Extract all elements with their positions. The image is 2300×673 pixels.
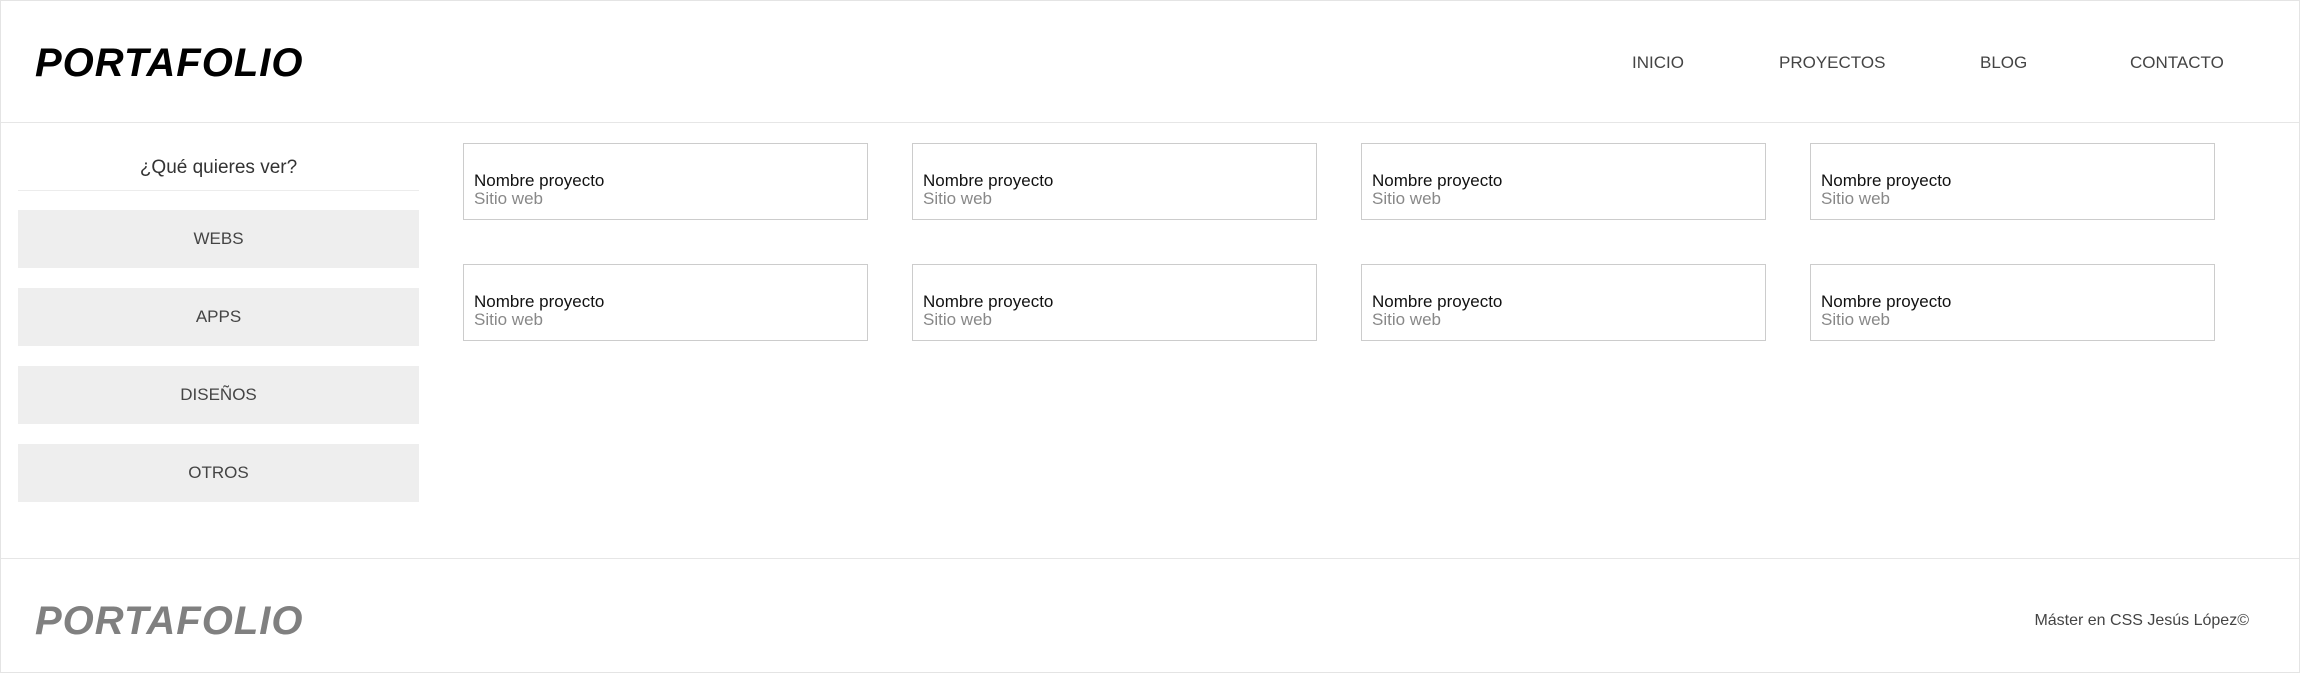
- nav-link-contacto[interactable]: CONTACTO: [2130, 51, 2224, 75]
- project-card[interactable]: Nombre proyecto Sitio web: [463, 264, 868, 341]
- project-card[interactable]: Nombre proyecto Sitio web: [1361, 143, 1766, 220]
- filter-button-otros[interactable]: OTROS: [18, 444, 419, 502]
- project-type: Sitio web: [1821, 189, 1890, 208]
- site-header: PORTAFOLIO INICIO PROYECTOS BLOG CONTACT…: [1, 1, 2299, 123]
- project-type: Sitio web: [923, 310, 992, 329]
- main-nav: INICIO PROYECTOS BLOG CONTACTO: [1, 51, 2299, 75]
- footer-copyright: Máster en CSS Jesús López©: [2034, 612, 2249, 629]
- sidebar-heading: ¿Qué quieres ver?: [18, 144, 419, 191]
- project-card[interactable]: Nombre proyecto Sitio web: [912, 264, 1317, 341]
- project-type: Sitio web: [1821, 310, 1890, 329]
- project-title: Nombre proyecto: [923, 171, 1054, 190]
- filter-button-webs[interactable]: WEBS: [18, 210, 419, 268]
- project-card[interactable]: Nombre proyecto Sitio web: [1810, 143, 2215, 220]
- project-card[interactable]: Nombre proyecto Sitio web: [1810, 264, 2215, 341]
- site-footer: PORTAFOLIO Máster en CSS Jesús López©: [1, 558, 2299, 672]
- project-title: Nombre proyecto: [923, 292, 1054, 311]
- project-title: Nombre proyecto: [474, 171, 605, 190]
- project-type: Sitio web: [474, 310, 543, 329]
- project-type: Sitio web: [1372, 310, 1441, 329]
- page: PORTAFOLIO INICIO PROYECTOS BLOG CONTACT…: [0, 0, 2300, 673]
- project-card[interactable]: Nombre proyecto Sitio web: [1361, 264, 1766, 341]
- sidebar-heading-wrap: ¿Qué quieres ver?: [18, 144, 419, 191]
- project-card[interactable]: Nombre proyecto Sitio web: [463, 143, 868, 220]
- project-title: Nombre proyecto: [1821, 292, 1952, 311]
- nav-link-inicio[interactable]: INICIO: [1632, 51, 1684, 75]
- project-title: Nombre proyecto: [1372, 292, 1503, 311]
- filter-button-disenos[interactable]: DISEÑOS: [18, 366, 419, 424]
- project-type: Sitio web: [1372, 189, 1441, 208]
- project-type: Sitio web: [474, 189, 543, 208]
- project-card[interactable]: Nombre proyecto Sitio web: [912, 143, 1317, 220]
- project-title: Nombre proyecto: [1372, 171, 1503, 190]
- project-title: Nombre proyecto: [474, 292, 605, 311]
- project-type: Sitio web: [923, 189, 992, 208]
- project-title: Nombre proyecto: [1821, 171, 1952, 190]
- nav-link-proyectos[interactable]: PROYECTOS: [1779, 51, 1885, 75]
- filter-button-apps[interactable]: APPS: [18, 288, 419, 346]
- footer-logo: PORTAFOLIO: [35, 599, 304, 643]
- nav-link-blog[interactable]: BLOG: [1980, 51, 2027, 75]
